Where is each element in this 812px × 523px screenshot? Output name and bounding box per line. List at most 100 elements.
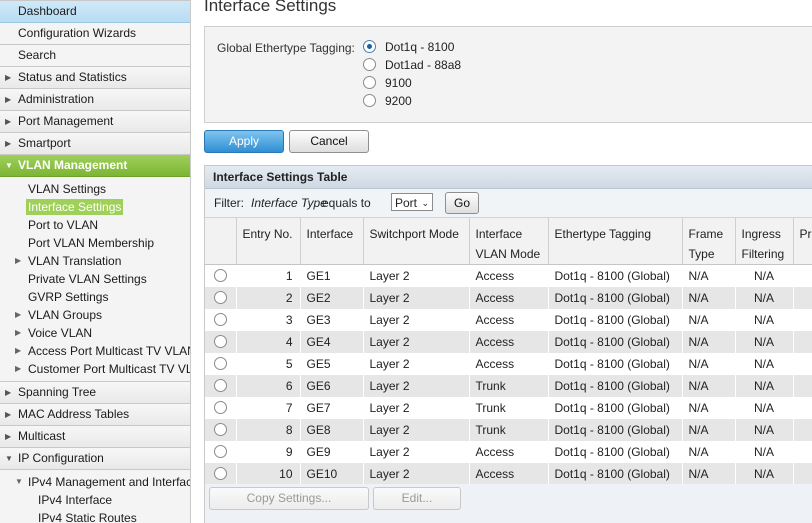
filter-value-select[interactable]: Port ⌄ xyxy=(391,193,433,211)
interface-cell: GE5 xyxy=(300,353,364,375)
row-radio-icon[interactable] xyxy=(213,291,227,304)
nav-group-ip-configuration[interactable]: ▼ IP Configuration xyxy=(0,448,190,470)
nav-group-multicast[interactable]: ▶ Multicast xyxy=(0,426,190,448)
ingress-cell: N/A xyxy=(735,397,794,419)
vlan-mode-cell: Access xyxy=(469,309,549,331)
row-select-cell[interactable] xyxy=(205,264,237,287)
interface-cell: GE7 xyxy=(300,397,364,419)
nav-group-administration[interactable]: ▶ Administration xyxy=(0,89,190,111)
expand-arrow-icon: ▶ xyxy=(5,388,12,397)
radio-icon[interactable] xyxy=(363,58,376,71)
nav-interface-settings[interactable]: Interface Settings xyxy=(0,198,190,216)
table-row[interactable]: 2 GE2 Layer 2 Access Dot1q - 8100 (Globa… xyxy=(205,287,812,309)
pr-cell xyxy=(793,287,812,309)
nav-dashboard[interactable]: Dashboard xyxy=(0,1,190,23)
table-row[interactable]: 5 GE5 Layer 2 Access Dot1q - 8100 (Globa… xyxy=(205,353,812,375)
nav-group-vlan-management[interactable]: ▼ VLAN Management xyxy=(0,155,190,177)
row-select-cell[interactable] xyxy=(205,375,237,397)
nav-ipv4-interface[interactable]: IPv4 Interface xyxy=(0,491,190,509)
col-interface[interactable]: Interface xyxy=(300,218,364,265)
ethertype-cell: Dot1q - 8100 (Global) xyxy=(548,463,683,485)
edit-button[interactable]: Edit... xyxy=(373,487,461,510)
nav-vlan-settings[interactable]: VLAN Settings xyxy=(0,180,190,198)
row-radio-icon[interactable] xyxy=(213,313,227,326)
radio-icon[interactable] xyxy=(363,76,376,89)
row-select-cell[interactable] xyxy=(205,353,237,375)
col-interface-vlan-mode[interactable]: Interface VLAN Mode xyxy=(469,218,549,265)
ethertype-option-dot1ad[interactable]: Dot1ad - 88a8 xyxy=(363,56,461,74)
row-radio-icon[interactable] xyxy=(213,335,227,348)
vlan-mode-cell: Trunk xyxy=(469,375,549,397)
table-row[interactable]: 3 GE3 Layer 2 Access Dot1q - 8100 (Globa… xyxy=(205,309,812,331)
table-row[interactable]: 8 GE8 Layer 2 Trunk Dot1q - 8100 (Global… xyxy=(205,419,812,441)
col-ethertype-tagging[interactable]: Ethertype Tagging xyxy=(548,218,683,265)
nav-private-vlan-settings[interactable]: Private VLAN Settings xyxy=(0,270,190,288)
nav-configuration-wizards[interactable]: Configuration Wizards xyxy=(0,23,190,45)
ethertype-cell: Dot1q - 8100 (Global) xyxy=(548,375,683,397)
col-ingress-filtering[interactable]: Ingress Filtering xyxy=(735,218,794,265)
row-radio-icon[interactable] xyxy=(213,357,227,370)
entry-cell: 1 xyxy=(236,264,301,287)
pr-cell xyxy=(793,353,812,375)
switchport-cell: Layer 2 xyxy=(363,264,470,287)
col-switchport-mode[interactable]: Switchport Mode xyxy=(363,218,470,265)
nav-ipv4-static-routes[interactable]: IPv4 Static Routes xyxy=(0,509,190,523)
table-row[interactable]: 6 GE6 Layer 2 Trunk Dot1q - 8100 (Global… xyxy=(205,375,812,397)
chevron-down-icon: ⌄ xyxy=(421,198,429,208)
filter-operator-label: equals to xyxy=(322,196,371,210)
copy-settings-button[interactable]: Copy Settings... xyxy=(209,487,369,510)
nav-access-port-multicast-tv-vlan[interactable]: ▶ Access Port Multicast TV VLAN xyxy=(0,342,190,360)
row-radio-icon[interactable] xyxy=(213,401,227,414)
switchport-cell: Layer 2 xyxy=(363,353,470,375)
table-row[interactable]: 1 GE1 Layer 2 Access Dot1q - 8100 (Globa… xyxy=(205,264,812,287)
row-select-cell[interactable] xyxy=(205,463,237,485)
col-entry-no[interactable]: Entry No. xyxy=(236,218,301,265)
interface-cell: GE10 xyxy=(300,463,364,485)
row-select-cell[interactable] xyxy=(205,287,237,309)
filter-go-button[interactable]: Go xyxy=(445,192,479,214)
cancel-button[interactable]: Cancel xyxy=(289,130,369,153)
ethertype-option-9200[interactable]: 9200 xyxy=(363,92,412,110)
expand-arrow-icon: ▶ xyxy=(5,117,12,126)
nav-ipv4-management-interfaces[interactable]: ▼ IPv4 Management and Interfaces xyxy=(0,473,190,491)
table-row[interactable]: 4 GE4 Layer 2 Access Dot1q - 8100 (Globa… xyxy=(205,331,812,353)
nav-group-spanning-tree[interactable]: ▶ Spanning Tree xyxy=(0,382,190,404)
nav-port-vlan-membership[interactable]: Port VLAN Membership xyxy=(0,234,190,252)
switchport-cell: Layer 2 xyxy=(363,309,470,331)
nav-search[interactable]: Search xyxy=(0,45,190,67)
nav-vlan-translation[interactable]: ▶ VLAN Translation xyxy=(0,252,190,270)
nav-group-smartport[interactable]: ▶ Smartport xyxy=(0,133,190,155)
radio-icon[interactable] xyxy=(363,94,376,107)
nav-voice-vlan[interactable]: ▶ Voice VLAN xyxy=(0,324,190,342)
row-radio-icon[interactable] xyxy=(213,467,227,480)
nav-customer-port-multicast-tv-vlan[interactable]: ▶Customer Port Multicast TV VLAN xyxy=(0,360,190,378)
row-radio-icon[interactable] xyxy=(213,445,227,458)
ethertype-option-9100[interactable]: 9100 xyxy=(363,74,412,92)
col-pr-cut[interactable]: Pr xyxy=(793,218,812,265)
table-row[interactable]: 7 GE7 Layer 2 Trunk Dot1q - 8100 (Global… xyxy=(205,397,812,419)
table-row[interactable]: 10 GE10 Layer 2 Access Dot1q - 8100 (Glo… xyxy=(205,463,812,485)
nav-group-port-management[interactable]: ▶ Port Management xyxy=(0,111,190,133)
row-select-cell[interactable] xyxy=(205,397,237,419)
nav-group-status-statistics[interactable]: ▶ Status and Statistics xyxy=(0,67,190,89)
ingress-cell: N/A xyxy=(735,353,794,375)
col-frame-type[interactable]: Frame Type xyxy=(682,218,736,265)
table-row[interactable]: 9 GE9 Layer 2 Access Dot1q - 8100 (Globa… xyxy=(205,441,812,463)
row-radio-icon[interactable] xyxy=(213,269,227,282)
pr-cell xyxy=(793,264,812,287)
ethertype-option-dot1q[interactable]: Dot1q - 8100 xyxy=(363,38,454,56)
row-select-cell[interactable] xyxy=(205,419,237,441)
nav-gvrp-settings[interactable]: GVRP Settings xyxy=(0,288,190,306)
row-select-cell[interactable] xyxy=(205,441,237,463)
row-select-cell[interactable] xyxy=(205,309,237,331)
nav-port-to-vlan[interactable]: Port to VLAN xyxy=(0,216,190,234)
nav-vlan-groups[interactable]: ▶ VLAN Groups xyxy=(0,306,190,324)
row-radio-icon[interactable] xyxy=(213,423,227,436)
collapse-arrow-icon: ▼ xyxy=(5,454,13,463)
nav-group-mac-address-tables[interactable]: ▶ MAC Address Tables xyxy=(0,404,190,426)
row-select-cell[interactable] xyxy=(205,331,237,353)
apply-button[interactable]: Apply xyxy=(204,130,284,153)
radio-selected-icon[interactable] xyxy=(363,40,376,53)
row-radio-icon[interactable] xyxy=(213,379,227,392)
expand-arrow-icon: ▶ xyxy=(5,410,12,419)
